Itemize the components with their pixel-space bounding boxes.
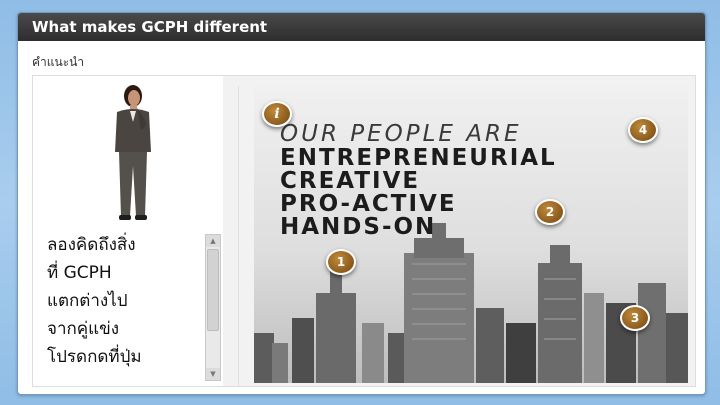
headline-line: OUR PEOPLE ARE [280,121,522,147]
headline-line: PRO-ACTIVE [280,191,457,217]
headline-line: ENTREPRENEURIAL [280,145,557,171]
instruction-line: แตกต่างไป [47,291,128,311]
scroll-thumb[interactable] [207,249,219,331]
city-skyline-image [254,223,688,383]
hotspot-3-button[interactable]: 3 [620,305,650,331]
headline-line: HANDS-ON [280,214,437,240]
course-window: What makes GCPH different คำแนะนำ ลองคิด… [17,12,706,395]
text-scrollbar[interactable]: ▲ ▼ [205,234,221,381]
hotspot-4-button[interactable]: 4 [628,117,658,143]
instruction-line: ที่ GCPH [47,263,112,283]
pane-divider [238,86,239,386]
hotspot-2-button[interactable]: 2 [535,199,565,225]
presenter-pane: ลองคิดถึงสิ่ง ที่ GCPH แตกต่างไป จากคู่แ… [33,76,223,386]
headline-text: OUR PEOPLE ARE ENTREPRENEURIAL CREATIVE … [280,121,557,239]
scroll-up-icon[interactable]: ▲ [206,235,220,247]
instruction-line: ลองคิดถึงสิ่ง [47,235,136,255]
instruction-line: จากคู่แข่ง [47,319,120,339]
instruction-label: คำแนะนำ [32,55,85,69]
headline-line: CREATIVE [280,168,421,194]
window-title: What makes GCPH different [18,13,705,41]
content-area: ลองคิดถึงสิ่ง ที่ GCPH แตกต่างไป จากคู่แ… [32,75,696,387]
scroll-down-icon[interactable]: ▼ [206,368,220,380]
instruction-line: โปรดกดที่ปุ่ม [47,347,142,367]
instruction-text: ลองคิดถึงสิ่ง ที่ GCPH แตกต่างไป จากคู่แ… [47,231,199,379]
presenter-figure [115,85,151,220]
people-image: OUR PEOPLE ARE ENTREPRENEURIAL CREATIVE … [254,87,688,383]
hotspot-1-button[interactable]: 1 [326,249,356,275]
info-marker-button[interactable]: i [262,101,292,127]
